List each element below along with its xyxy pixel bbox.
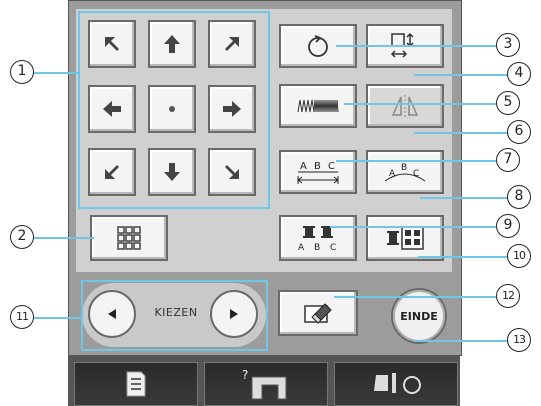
callout-line-1 <box>34 72 80 74</box>
bottom-list-button[interactable] <box>74 362 198 406</box>
callout-12: 12 <box>496 284 520 308</box>
callout-line-7 <box>336 160 496 162</box>
move-down-right-button[interactable] <box>208 148 256 196</box>
center-dot-icon <box>169 106 175 112</box>
move-up-left-button[interactable] <box>88 20 136 68</box>
bottom-help-button[interactable]: ? <box>204 362 328 406</box>
callout-3: 3 <box>496 33 520 57</box>
svg-text:C: C <box>328 161 335 172</box>
callout-line-8 <box>420 197 508 199</box>
thread-color-grid-button[interactable] <box>366 215 444 261</box>
callout-8: 8 <box>507 185 531 209</box>
move-down-button[interactable] <box>148 148 196 196</box>
thread-color-letters-button[interactable]: AB C <box>279 215 357 261</box>
thread-color-letters-icon: AB C <box>296 224 340 252</box>
callout-13: 13 <box>507 328 531 352</box>
bottom-presser-foot-button[interactable] <box>334 362 458 406</box>
move-down-left-button[interactable] <box>88 148 136 196</box>
callout-line-10 <box>418 256 508 258</box>
stitch-density-icon <box>296 98 340 114</box>
callout-1: 1 <box>10 60 34 84</box>
move-left-button[interactable] <box>88 85 136 133</box>
arc-text-button[interactable]: ABC <box>366 150 444 194</box>
callout-line-3 <box>336 45 496 47</box>
callout-9: 9 <box>496 214 520 238</box>
kiezen-label: KIEZEN <box>154 306 198 319</box>
callout-5: 5 <box>496 91 520 115</box>
arrow-up-right-icon <box>221 33 243 55</box>
arrow-down-icon <box>161 161 183 183</box>
callout-11: 11 <box>10 305 34 329</box>
grid-icon <box>116 225 142 251</box>
svg-text:C: C <box>330 243 336 252</box>
callout-line-12 <box>334 296 496 298</box>
previous-button[interactable] <box>88 290 136 338</box>
svg-text:B: B <box>314 161 321 172</box>
callout-line-6 <box>414 132 508 134</box>
svg-text:A: A <box>298 243 305 252</box>
letter-spacing-button[interactable]: ABC <box>279 150 357 194</box>
mirror-button[interactable] <box>366 84 444 128</box>
rotate-icon <box>305 33 331 59</box>
move-right-button[interactable] <box>208 85 256 133</box>
callout-10: 10 <box>507 244 531 268</box>
presser-foot-icon <box>366 369 426 399</box>
help-machine-icon: ? <box>238 367 294 401</box>
triangle-right-icon <box>227 307 241 321</box>
eraser-icon <box>301 300 335 326</box>
arrow-down-right-icon <box>221 161 243 183</box>
letter-spacing-icon: ABC <box>296 158 340 186</box>
triangle-left-icon <box>105 307 119 321</box>
callout-line-13 <box>414 340 508 342</box>
move-up-right-button[interactable] <box>208 20 256 68</box>
svg-text:B: B <box>314 243 320 252</box>
svg-text:B: B <box>401 163 407 173</box>
arrow-up-left-icon <box>101 33 123 55</box>
callout-line-2 <box>34 237 94 239</box>
callout-7: 7 <box>496 148 520 172</box>
arrow-down-left-icon <box>101 161 123 183</box>
mirror-icon <box>390 93 420 119</box>
callout-line-5 <box>344 103 496 105</box>
next-button[interactable] <box>210 290 258 338</box>
callout-line-4 <box>414 74 508 76</box>
svg-text:A: A <box>300 161 307 172</box>
callout-4: 4 <box>507 62 531 86</box>
callout-line-9 <box>330 226 496 228</box>
callout-6: 6 <box>507 120 531 144</box>
callout-2: 2 <box>10 225 34 249</box>
thread-color-grid-icon <box>385 225 425 251</box>
arrow-left-icon <box>101 98 123 120</box>
grid-button[interactable] <box>90 215 168 261</box>
stitch-density-button[interactable] <box>279 84 357 128</box>
arrow-right-icon <box>221 98 243 120</box>
center-button[interactable] <box>148 85 196 133</box>
arrow-up-icon <box>161 33 183 55</box>
callout-line-11 <box>34 317 82 319</box>
svg-text:?: ? <box>242 368 248 382</box>
list-icon <box>124 370 148 398</box>
move-up-button[interactable] <box>148 20 196 68</box>
arc-text-icon: ABC <box>383 159 427 185</box>
